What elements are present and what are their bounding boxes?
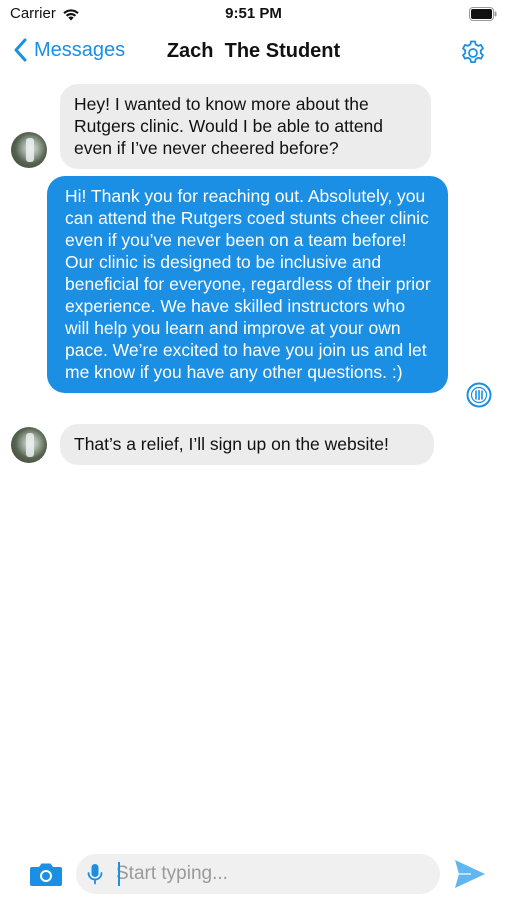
status-time: 9:51 PM: [225, 5, 282, 22]
message-bubble-incoming: Hey! I wanted to know more about the Rut…: [60, 84, 431, 169]
message-input[interactable]: [116, 862, 426, 886]
avatar: [11, 427, 47, 463]
message-bubble-incoming: That’s a relief, I’ll sign up on the web…: [60, 424, 434, 465]
avatar: [11, 132, 47, 168]
mic-icon[interactable]: [86, 863, 104, 885]
send-icon[interactable]: [453, 858, 487, 890]
conversation-title: Zach The Student: [166, 40, 341, 62]
message-text-field[interactable]: [76, 854, 440, 894]
gear-icon[interactable]: [459, 38, 487, 66]
camera-icon[interactable]: [29, 860, 63, 888]
navigation-bar: Messages Zach The Student: [0, 28, 507, 78]
message-bubble-outgoing: Hi! Thank you for reaching out. Absolute…: [47, 176, 448, 393]
battery-icon: [469, 7, 497, 21]
sender-logo-avatar: [466, 382, 492, 408]
message-row-incoming: That’s a relief, I’ll sign up on the web…: [0, 424, 507, 468]
message-composer: [0, 848, 507, 900]
text-cursor: [118, 862, 120, 886]
message-list: Hey! I wanted to know more about the Rut…: [0, 80, 507, 840]
status-bar: Carrier 9:51 PM: [0, 0, 507, 28]
message-row-outgoing: Hi! Thank you for reaching out. Absolute…: [0, 176, 507, 416]
message-row-incoming: Hey! I wanted to know more about the Rut…: [0, 84, 507, 169]
